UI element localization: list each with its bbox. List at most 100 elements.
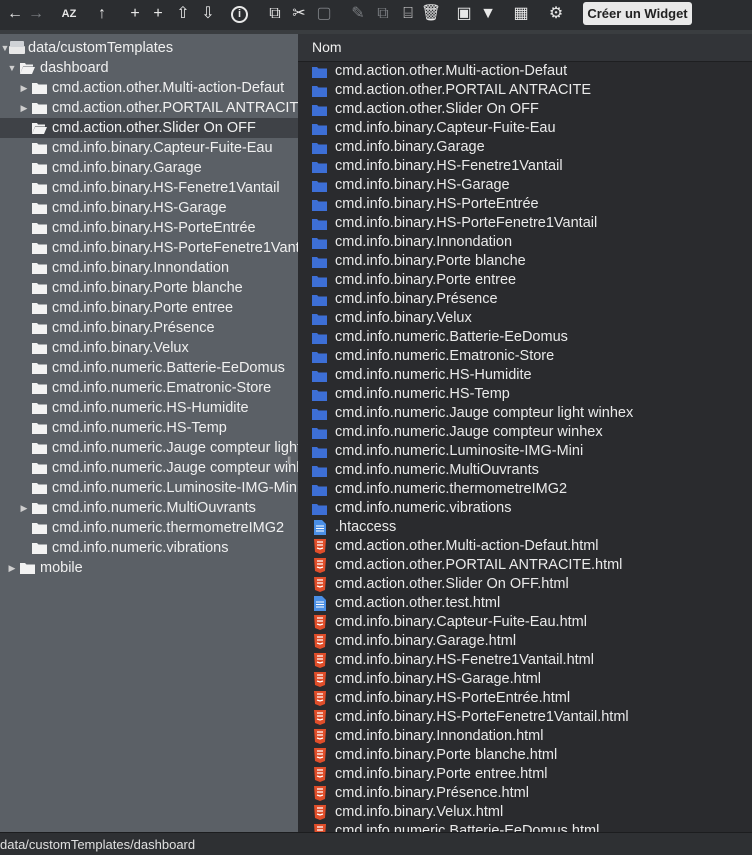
upload-icon[interactable]: ⇧ [173, 4, 193, 24]
tree-item[interactable]: cmd.info.numeric.thermometreIMG2 [0, 518, 298, 538]
new-folder-icon[interactable]: + [125, 4, 145, 24]
rename-icon[interactable]: ⌸ [398, 4, 418, 24]
tree-item[interactable]: cmd.info.binary.HS-Garage [0, 198, 298, 218]
tree-item[interactable]: cmd.info.binary.Présence [0, 318, 298, 338]
tree-item[interactable]: cmd.info.binary.Capteur-Fuite-Eau [0, 138, 298, 158]
tree-item[interactable]: cmd.info.binary.Porte blanche [0, 278, 298, 298]
list-item[interactable]: cmd.action.other.PORTAIL ANTRACITE.html [298, 556, 752, 575]
grid-view-icon[interactable]: ▦ [511, 4, 531, 24]
extract-icon[interactable]: ▼ [478, 4, 498, 24]
tree-item[interactable]: cmd.action.other.Slider On OFF [0, 118, 298, 138]
list-item[interactable]: cmd.info.binary.Velux.html [298, 803, 752, 822]
tree-item[interactable]: cmd.info.numeric.HS-Temp [0, 418, 298, 438]
tree-item[interactable]: cmd.info.binary.Velux [0, 338, 298, 358]
file-name: cmd.info.numeric.thermometreIMG2 [335, 481, 568, 497]
list-item[interactable]: cmd.info.numeric.Jauge compteur winhex [298, 423, 752, 442]
paste-icon[interactable]: ▢ [314, 4, 334, 24]
tree-item[interactable]: ▶ cmd.action.other.Multi-action-Defaut [0, 78, 298, 98]
list-item[interactable]: cmd.info.binary.Porte blanche [298, 252, 752, 271]
list-item[interactable]: cmd.info.numeric.HS-Temp [298, 385, 752, 404]
tree-item[interactable]: ▶ cmd.action.other.PORTAIL ANTRACITE [0, 98, 298, 118]
edit-icon[interactable]: ✎ [348, 4, 368, 24]
new-file-icon[interactable]: + [148, 4, 168, 24]
list-item[interactable]: cmd.info.binary.HS-Fenetre1Vantail.html [298, 651, 752, 670]
list-item[interactable]: cmd.info.binary.HS-Fenetre1Vantail [298, 157, 752, 176]
tree-item-mobile[interactable]: ▶ mobile [0, 558, 298, 578]
list-item[interactable]: cmd.info.binary.Velux [298, 309, 752, 328]
list-item[interactable]: cmd.info.numeric.Jauge compteur light wi… [298, 404, 752, 423]
tree-item[interactable]: cmd.info.numeric.HS-Humidite [0, 398, 298, 418]
copy-icon[interactable]: ⧉ [265, 4, 285, 24]
list-item[interactable]: cmd.info.binary.HS-Garage.html [298, 670, 752, 689]
folder-icon [32, 403, 47, 414]
list-item[interactable]: cmd.info.binary.HS-PorteFenetre1Vantail.… [298, 708, 752, 727]
chevron-right-icon[interactable]: ▶ [19, 103, 29, 114]
tree-item[interactable]: cmd.info.binary.HS-PorteEntrée [0, 218, 298, 238]
list-item[interactable]: cmd.info.binary.Innondation [298, 233, 752, 252]
list-item[interactable]: cmd.info.binary.Présence [298, 290, 752, 309]
list-item[interactable]: cmd.info.binary.Porte entree.html [298, 765, 752, 784]
cut-icon[interactable]: ✂ [289, 4, 309, 24]
list-item[interactable]: cmd.info.binary.HS-PorteEntrée [298, 195, 752, 214]
list-item[interactable]: cmd.action.other.PORTAIL ANTRACITE [298, 81, 752, 100]
delete-icon[interactable]: 🗑 [421, 4, 441, 24]
list-item[interactable]: cmd.info.binary.Innondation.html [298, 727, 752, 746]
settings-gear-icon[interactable]: ⚙ [546, 4, 566, 24]
list-item[interactable]: cmd.action.other.test.html [298, 594, 752, 613]
list-item[interactable]: cmd.info.numeric.thermometreIMG2 [298, 480, 752, 499]
list-item[interactable]: .htaccess [298, 518, 752, 537]
tree-item[interactable]: cmd.info.numeric.Luminosite-IMG-Mini [0, 478, 298, 498]
chevron-right-icon[interactable]: ▶ [19, 83, 29, 94]
list-item[interactable]: cmd.info.numeric.HS-Humidite [298, 366, 752, 385]
folder-icon [312, 333, 327, 344]
list-item[interactable]: cmd.info.binary.Capteur-Fuite-Eau [298, 119, 752, 138]
tree-item[interactable]: cmd.info.binary.HS-PorteFenetre1Vantail [0, 238, 298, 258]
list-item[interactable]: cmd.action.other.Slider On OFF [298, 100, 752, 119]
column-header-name[interactable]: Nom [298, 34, 752, 62]
back-arrow-icon[interactable]: ← [5, 4, 25, 24]
tree-item[interactable]: cmd.info.numeric.Jauge compteur light wi… [0, 438, 298, 458]
chevron-down-icon[interactable]: ▼ [7, 63, 17, 73]
list-item[interactable]: cmd.info.binary.HS-PorteEntrée.html [298, 689, 752, 708]
list-item[interactable]: cmd.action.other.Multi-action-Defaut.htm… [298, 537, 752, 556]
tree-item[interactable]: cmd.info.numeric.Batterie-EeDomus [0, 358, 298, 378]
sort-az-icon[interactable]: AZ [59, 4, 79, 24]
list-item[interactable]: cmd.info.numeric.Batterie-EeDomus [298, 328, 752, 347]
tree-item-dashboard[interactable]: ▼ dashboard [0, 58, 298, 78]
tree-item[interactable]: cmd.info.numeric.Ematronic-Store [0, 378, 298, 398]
forward-arrow-icon[interactable]: → [26, 4, 46, 24]
duplicate-icon[interactable]: ⧉ [373, 4, 393, 24]
list-item[interactable]: cmd.info.numeric.vibrations [298, 499, 752, 518]
info-icon[interactable]: i [231, 6, 248, 23]
list-item[interactable]: cmd.action.other.Multi-action-Defaut [298, 62, 752, 81]
tree-item[interactable]: cmd.info.binary.Innondation [0, 258, 298, 278]
list-item[interactable]: cmd.info.binary.Garage [298, 138, 752, 157]
tree-item[interactable]: cmd.info.numeric.vibrations [0, 538, 298, 558]
list-item[interactable]: cmd.info.binary.Capteur-Fuite-Eau.html [298, 613, 752, 632]
list-item[interactable]: cmd.info.numeric.Luminosite-IMG-Mini [298, 442, 752, 461]
chevron-right-icon[interactable]: ▶ [7, 563, 17, 574]
up-arrow-icon[interactable]: ↑ [92, 4, 112, 24]
tree-item[interactable]: cmd.info.binary.HS-Fenetre1Vantail [0, 178, 298, 198]
folder-icon [312, 86, 327, 97]
tree-item[interactable]: cmd.info.numeric.Jauge compteur winhex [0, 458, 298, 478]
list-item[interactable]: cmd.info.binary.HS-PorteFenetre1Vantail [298, 214, 752, 233]
download-icon[interactable]: ⇩ [198, 4, 218, 24]
tree-item[interactable]: cmd.info.binary.Porte entree [0, 298, 298, 318]
list-item[interactable]: cmd.action.other.Slider On OFF.html [298, 575, 752, 594]
list-item[interactable]: cmd.info.binary.Garage.html [298, 632, 752, 651]
list-item[interactable]: cmd.info.numeric.MultiOuvrants [298, 461, 752, 480]
list-item[interactable]: cmd.info.numeric.Ematronic-Store [298, 347, 752, 366]
list-item[interactable]: cmd.info.binary.Porte blanche.html [298, 746, 752, 765]
tree-item[interactable]: cmd.info.binary.Garage [0, 158, 298, 178]
list-item[interactable]: cmd.info.binary.HS-Garage [298, 176, 752, 195]
chevron-right-icon[interactable]: ▶ [19, 503, 29, 514]
create-widget-button[interactable]: Créer un Widget [583, 2, 692, 25]
list-item[interactable]: cmd.info.binary.Présence.html [298, 784, 752, 803]
tree-root[interactable]: ▼ data/customTemplates [0, 38, 298, 58]
resize-handle-icon[interactable]: ‖ [287, 456, 291, 467]
list-item[interactable]: cmd.info.numeric.Batterie-EeDomus.html [298, 822, 752, 832]
list-item[interactable]: cmd.info.binary.Porte entree [298, 271, 752, 290]
archive-icon[interactable]: ▣ [454, 4, 474, 24]
tree-item[interactable]: ▶ cmd.info.numeric.MultiOuvrants [0, 498, 298, 518]
